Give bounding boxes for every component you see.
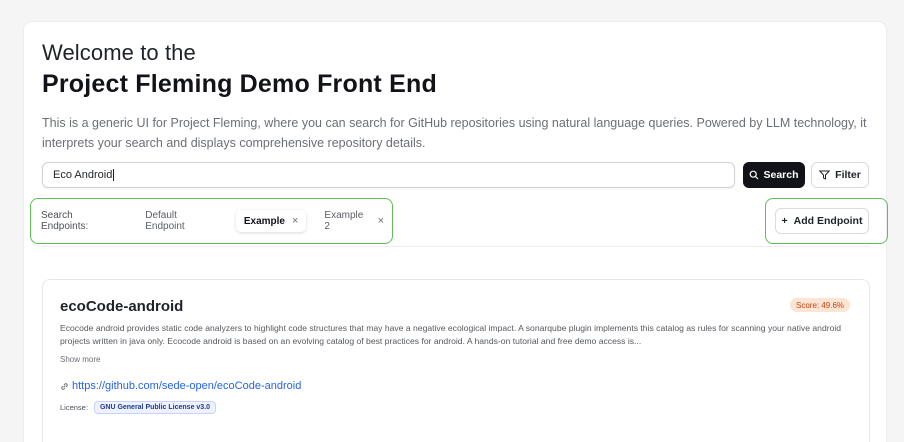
- search-icon: [750, 170, 759, 180]
- search-input-value: Eco Android: [53, 169, 113, 181]
- license-row: License: GNU General Public License v3.0: [60, 401, 217, 414]
- filter-button[interactable]: Filter: [811, 162, 869, 188]
- endpoint-chip-label: Default Endpoint: [145, 210, 185, 232]
- filter-button-label: Filter: [835, 169, 861, 181]
- repo-name: ecoCode-android: [60, 298, 184, 315]
- search-endpoints-bar: Search Endpoints: Default Endpoint Examp…: [30, 198, 393, 244]
- section-divider: [42, 246, 870, 247]
- endpoints-label: Search Endpoints:: [41, 210, 89, 232]
- repo-description: Ecocode android provides static code ana…: [60, 323, 842, 346]
- text-cursor: [113, 169, 115, 181]
- page-title: Project Fleming Demo Front End: [42, 70, 437, 98]
- page-description: This is a generic UI for Project Fleming…: [42, 116, 867, 150]
- endpoint-chip-label: Example: [243, 215, 285, 227]
- repo-url: https://github.com/sede-open/ecoCode-and…: [72, 380, 302, 392]
- add-endpoint-label: Add Endpoint: [793, 215, 863, 227]
- license-badge: GNU General Public License v3.0: [93, 401, 217, 414]
- welcome-heading: Welcome to the: [42, 40, 196, 65]
- license-label: License:: [60, 403, 88, 412]
- search-button-label: Search: [763, 169, 799, 181]
- show-more-link[interactable]: Show more: [60, 355, 100, 364]
- add-endpoint-button[interactable]: + Add Endpoint: [775, 208, 869, 234]
- repo-url-link[interactable]: https://github.com/sede-open/ecoCode-and…: [60, 380, 301, 392]
- endpoint-chip-example-2[interactable]: Example 2 ×: [316, 210, 392, 232]
- filter-icon: [819, 170, 831, 180]
- endpoint-chip-default[interactable]: Default Endpoint: [137, 210, 226, 232]
- close-icon[interactable]: ×: [378, 215, 384, 227]
- search-button[interactable]: Search: [743, 162, 805, 188]
- endpoint-chip-label: Example 2: [324, 210, 364, 232]
- search-input[interactable]: Eco Android: [42, 162, 735, 188]
- endpoint-chip-example[interactable]: Example ×: [235, 210, 307, 232]
- plus-icon: +: [781, 215, 788, 227]
- close-icon[interactable]: ×: [292, 215, 298, 227]
- link-icon: [61, 382, 68, 390]
- score-badge: Score: 49.6%: [790, 298, 851, 312]
